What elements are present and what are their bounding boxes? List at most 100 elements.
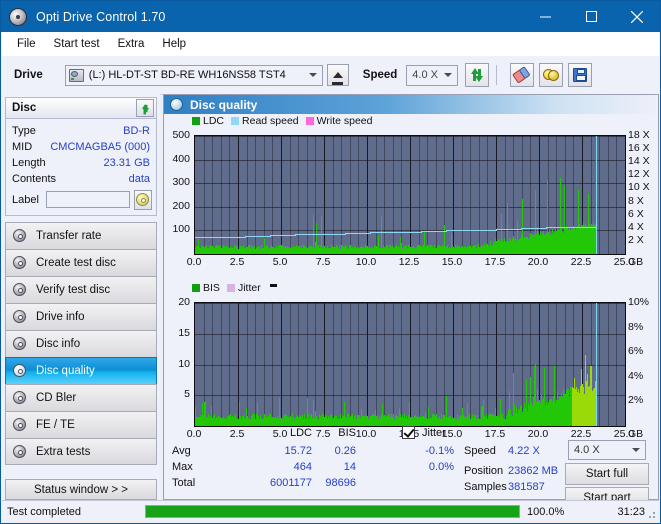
stats-avg-jitter: -0.1% xyxy=(425,445,454,457)
sidebar-item-extra-tests[interactable]: Extra tests xyxy=(5,438,157,465)
menu-item-extra[interactable]: Extra xyxy=(109,35,154,53)
chevron-down-icon xyxy=(308,73,317,77)
disc-icon xyxy=(13,310,29,324)
sidebar-item-label: FE / TE xyxy=(36,419,75,431)
save-icon xyxy=(573,68,588,82)
chevron-down-icon xyxy=(632,448,640,452)
bis-ytick-right: 8% xyxy=(628,320,644,333)
ldc-ytick-right: 4 X xyxy=(628,220,644,233)
ldc-ytick-left: 500 xyxy=(172,129,190,141)
disc-label-input[interactable] xyxy=(45,191,130,208)
sidebar-item-label: Drive info xyxy=(36,311,85,323)
disc-label-button[interactable] xyxy=(133,189,152,210)
ldc-ytick-right: 6 X xyxy=(628,207,644,220)
sidebar-item-fe-te[interactable]: FE / TE xyxy=(5,411,157,438)
elapsed-time: 31:23 xyxy=(617,505,645,518)
bis-ytick-right: 10% xyxy=(628,296,650,308)
ldc-xtick: 15.0 xyxy=(441,256,463,268)
sidebar-item-label: Disc info xyxy=(36,338,81,350)
ldc-plot-area[interactable] xyxy=(194,135,626,255)
sidebar-nav: Transfer rate Create test disc Verify te… xyxy=(5,222,157,465)
close-icon[interactable] xyxy=(614,1,660,32)
coins-button[interactable] xyxy=(539,63,564,87)
content-header: Disc quality xyxy=(164,95,658,114)
bis-plot-area[interactable] xyxy=(194,302,626,427)
jitter-checkbox[interactable] xyxy=(402,426,415,439)
bis-ytick-left: 20 xyxy=(178,296,190,308)
stats-row-label-avg: Avg xyxy=(172,445,191,457)
ldc-xtick: 17.5 xyxy=(484,256,506,268)
bis-ytick-right: 6% xyxy=(628,345,644,358)
cd-icon xyxy=(136,193,150,206)
disc-row-key: Length xyxy=(12,157,46,169)
speed-stat-label: Speed xyxy=(464,445,496,457)
legend-item-jitter: Jitter xyxy=(226,282,261,294)
menu-item-file[interactable]: File xyxy=(8,35,45,53)
sidebar-item-label: Transfer rate xyxy=(36,230,102,242)
sidebar-item-label: Disc quality xyxy=(36,365,95,377)
resize-grip-icon[interactable] xyxy=(645,508,657,520)
drive-label: Drive xyxy=(14,69,43,81)
ldc-ytick-right: 10 X xyxy=(628,181,650,194)
disc-refresh-button[interactable] xyxy=(136,99,154,117)
title-bar: Opti Drive Control 1.70 xyxy=(1,1,660,32)
start-full-button[interactable]: Start full xyxy=(565,463,649,485)
bis-ytick-left: 10 xyxy=(178,357,190,370)
status-message: Test completed xyxy=(7,505,81,518)
stats-row-label-total: Total xyxy=(172,477,196,489)
minimize-icon[interactable] xyxy=(522,1,568,32)
sidebar-item-transfer-rate[interactable]: Transfer rate xyxy=(5,222,157,249)
status-window-button[interactable]: Status window > > xyxy=(5,479,157,500)
maximize-icon[interactable] xyxy=(568,1,614,32)
disc-label-key: Label xyxy=(12,193,39,206)
bis-ytick-right: 4% xyxy=(628,369,644,382)
window-title: Opti Drive Control 1.70 xyxy=(36,9,166,24)
sidebar-item-create-test-disc[interactable]: Create test disc xyxy=(5,249,157,276)
sidebar-item-disc-info[interactable]: Disc info xyxy=(5,330,157,357)
disc-row-length: Length 23.31 GB xyxy=(6,155,156,171)
disc-icon xyxy=(13,229,29,243)
erase-button[interactable] xyxy=(510,63,535,87)
drive-select[interactable]: (L:) HL-DT-ST BD-RE WH16NS58 TST4 xyxy=(64,64,323,86)
menu-item-help[interactable]: Help xyxy=(153,35,195,53)
bis-ytick-right: 2% xyxy=(628,394,644,407)
jitter-label: Jitter xyxy=(422,427,446,439)
ldc-x-unit: GB xyxy=(628,256,644,268)
legend-item-read-speed: Read speed xyxy=(231,115,299,127)
bis-chart-legend: BIS Jitter xyxy=(192,282,280,294)
eject-button[interactable] xyxy=(326,64,349,86)
refresh-button[interactable] xyxy=(465,63,490,87)
menu-item-starttest[interactable]: Start test xyxy=(45,35,109,53)
ldc-xtick: 22.5 xyxy=(570,256,592,268)
disc-row-key: Contents xyxy=(12,173,57,185)
ldc-ytick-right: 16 X xyxy=(628,142,650,155)
page-title: Disc quality xyxy=(190,97,258,112)
progress-percent: 100.0% xyxy=(527,505,565,518)
legend-label: Write speed xyxy=(316,115,373,127)
sidebar-item-verify-test-disc[interactable]: Verify test disc xyxy=(5,276,157,303)
speed-select[interactable]: 4.0 X xyxy=(406,64,459,86)
legend-label: Read speed xyxy=(242,115,299,127)
stats-avg-ldc: 15.72 xyxy=(284,445,312,457)
stats-total-ldc: 6001177 xyxy=(269,477,312,489)
samples-stat-label: Samples xyxy=(464,481,507,493)
disc-icon xyxy=(13,364,29,378)
save-button[interactable] xyxy=(568,63,593,87)
sidebar-item-drive-info[interactable]: Drive info xyxy=(5,303,157,330)
stats-row-label-max: Max xyxy=(172,461,193,473)
drive-icon xyxy=(68,68,84,82)
disc-icon xyxy=(13,256,29,270)
refresh-icon xyxy=(470,68,484,82)
sidebar: Disc Type BD-R MID CMCMAGBA5 (000) Lengt… xyxy=(2,94,160,500)
test-speed-select[interactable]: 4.0 X xyxy=(568,440,646,460)
content-panel: Disc quality LDC Read speed Write speed xyxy=(163,94,659,509)
sidebar-item-cd-bler[interactable]: CD Bler xyxy=(5,384,157,411)
sidebar-item-disc-quality[interactable]: Disc quality xyxy=(5,357,157,384)
disc-icon xyxy=(13,391,29,405)
progress-fill xyxy=(146,506,519,517)
progress-bar xyxy=(145,505,520,518)
eject-icon xyxy=(332,71,343,78)
drive-select-value: (L:) HL-DT-ST BD-RE WH16NS58 TST4 xyxy=(88,69,286,81)
ldc-xtick: 10.0 xyxy=(355,256,377,268)
legend-label: LDC xyxy=(203,115,225,127)
